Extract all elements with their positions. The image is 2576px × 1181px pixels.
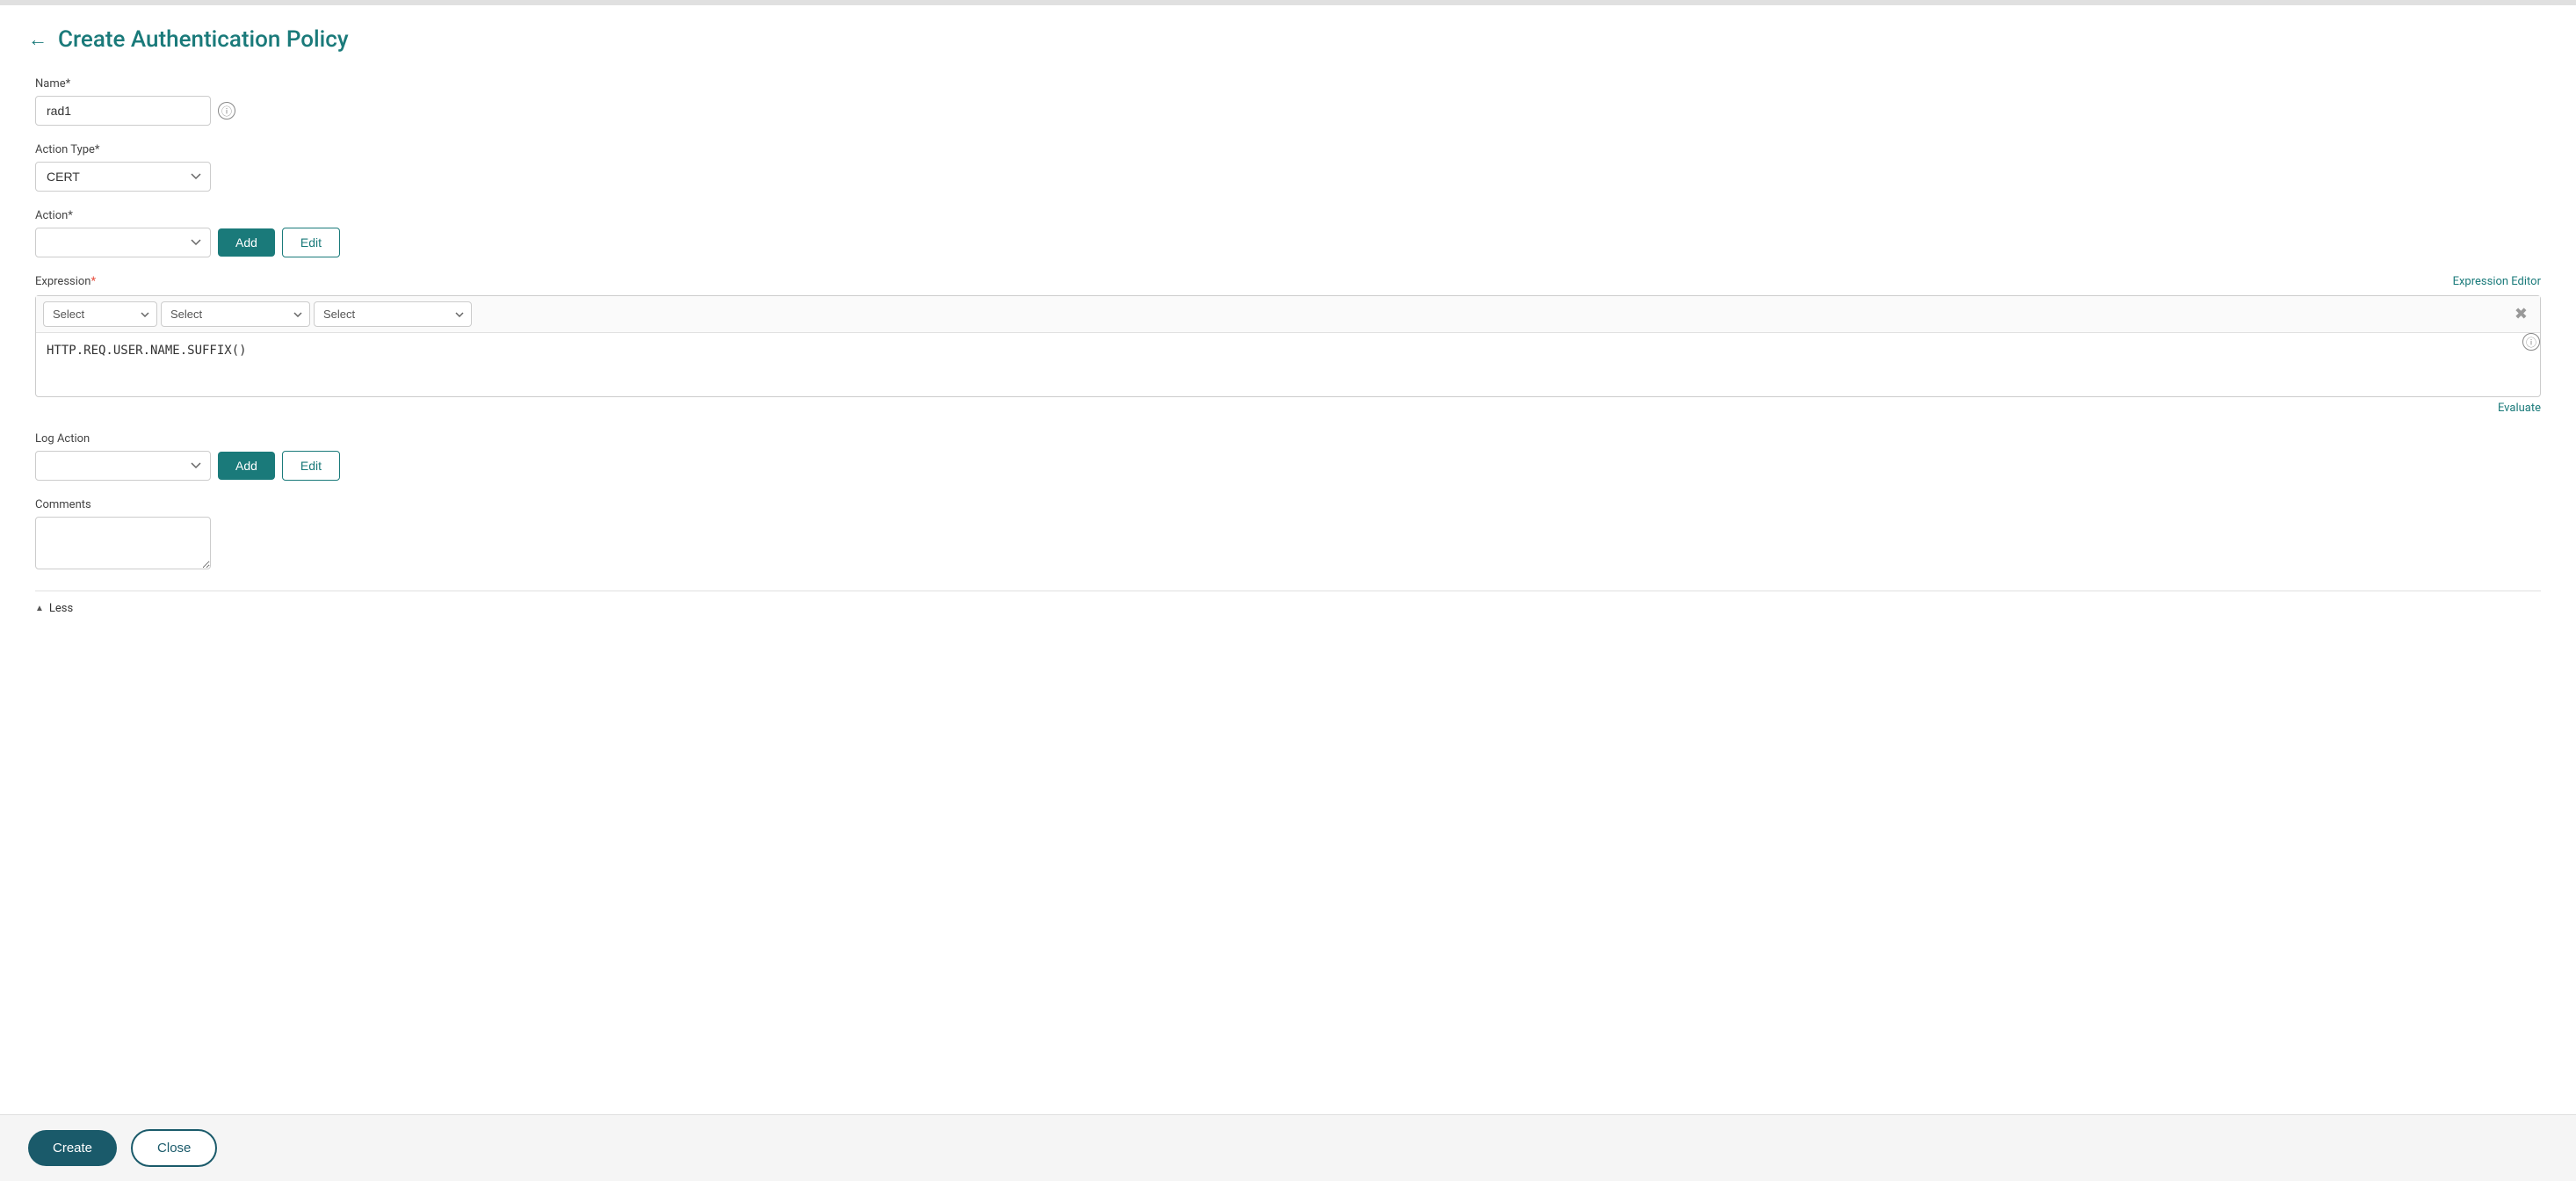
expression-section: Expression* Expression Editor Select Sel…: [35, 275, 2541, 415]
action-type-select[interactable]: CERT LDAP RADIUS LOCAL: [35, 162, 211, 192]
log-action-edit-button[interactable]: Edit: [282, 451, 340, 481]
action-select[interactable]: [35, 228, 211, 257]
main-content: ← Create Authentication Policy Name* ⓘ A…: [0, 5, 2576, 1114]
action-edit-button[interactable]: Edit: [282, 228, 340, 257]
expression-editor-link[interactable]: Expression Editor: [2453, 275, 2541, 288]
name-input[interactable]: [35, 96, 211, 126]
footer-bar: Create Close: [0, 1114, 2576, 1181]
close-button[interactable]: Close: [131, 1129, 217, 1167]
less-arrow-icon: ▲: [35, 604, 44, 613]
less-label: Less: [49, 602, 73, 615]
expression-label: Expression*: [35, 275, 96, 288]
form-section: Name* ⓘ Action Type* CERT LDAP RADIUS LO…: [28, 77, 2548, 615]
action-label: Action*: [35, 209, 2541, 222]
log-action-row: Add Edit: [35, 451, 2541, 481]
page-wrapper: ← Create Authentication Policy Name* ⓘ A…: [0, 0, 2576, 1181]
comments-textarea[interactable]: [35, 517, 211, 569]
back-arrow[interactable]: ←: [28, 28, 47, 51]
page-title: Create Authentication Policy: [58, 26, 349, 53]
log-action-label: Log Action: [35, 432, 2541, 446]
name-label: Name*: [35, 77, 2541, 91]
evaluate-link-container: Evaluate: [35, 401, 2541, 415]
comments-group: Comments: [35, 498, 2541, 573]
log-action-select[interactable]: [35, 451, 211, 481]
name-info-icon[interactable]: ⓘ: [218, 102, 235, 120]
expression-textarea[interactable]: HTTP.REQ.USER.NAME.SUFFIX(): [36, 333, 2515, 396]
expression-clear-button[interactable]: ✖: [2509, 303, 2533, 325]
expression-select-1[interactable]: Select: [43, 301, 157, 327]
log-action-group: Log Action Add Edit: [35, 432, 2541, 481]
expression-box: Select Select Select ✖ HTTP.REQ.USER.NAM…: [35, 295, 2541, 397]
expression-info-icon[interactable]: ⓘ: [2522, 333, 2540, 351]
less-section: ▲ Less: [35, 590, 2541, 615]
expression-selects-row: Select Select Select ✖: [36, 296, 2540, 333]
expression-required: *: [91, 275, 97, 288]
expression-header: Expression* Expression Editor: [35, 275, 2541, 288]
action-type-group: Action Type* CERT LDAP RADIUS LOCAL: [35, 143, 2541, 192]
action-type-label: Action Type*: [35, 143, 2541, 156]
name-input-row: ⓘ: [35, 96, 2541, 126]
name-group: Name* ⓘ: [35, 77, 2541, 126]
page-header: ← Create Authentication Policy: [28, 26, 2548, 53]
action-row: Add Edit: [35, 228, 2541, 257]
expression-select-2[interactable]: Select: [161, 301, 310, 327]
log-action-add-button[interactable]: Add: [218, 452, 275, 480]
comments-label: Comments: [35, 498, 2541, 511]
less-toggle[interactable]: ▲ Less: [35, 602, 2541, 615]
expression-select-3[interactable]: Select: [314, 301, 472, 327]
action-add-button[interactable]: Add: [218, 228, 275, 257]
action-group: Action* Add Edit: [35, 209, 2541, 257]
evaluate-link[interactable]: Evaluate: [2498, 402, 2541, 415]
create-button[interactable]: Create: [28, 1130, 117, 1166]
